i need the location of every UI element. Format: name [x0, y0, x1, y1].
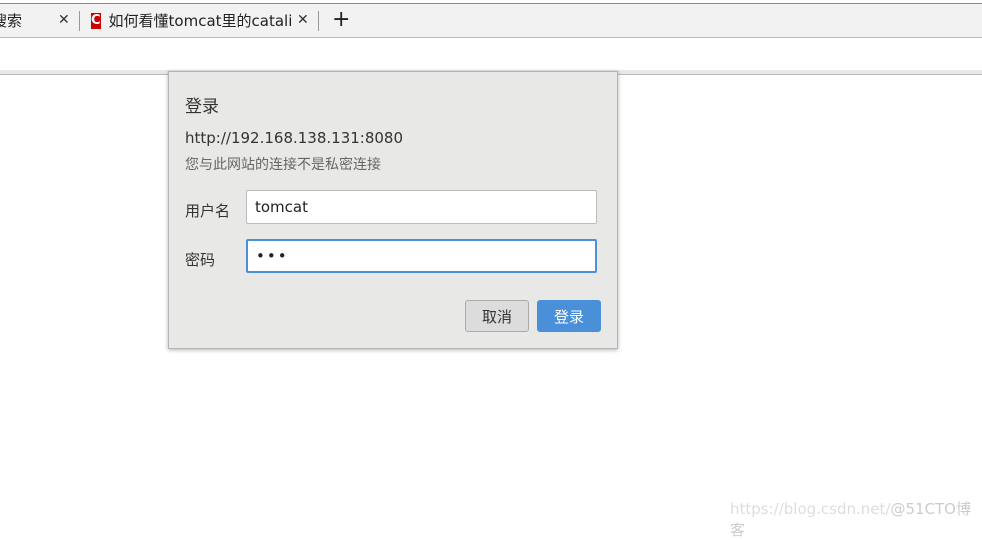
close-icon[interactable]: ✕ — [297, 12, 309, 28]
tab-tomcat[interactable]: C 如何看懂tomcat里的catalin — [91, 4, 291, 37]
login-button[interactable]: 登录 — [537, 300, 601, 332]
divider — [318, 11, 319, 31]
login-dialog: 登录 http://192.168.138.131:8080 您与此网站的连接不… — [168, 71, 618, 349]
toolbar — [0, 38, 982, 70]
tab-bar: 搜索 ✕ C 如何看懂tomcat里的catalin ✕ + — [0, 4, 982, 38]
connection-warning: 您与此网站的连接不是私密连接 — [185, 157, 381, 173]
watermark: https://blog.csdn.net/@51CTO博客 — [730, 498, 982, 540]
dialog-title: 登录 — [185, 97, 219, 117]
site-url: http://192.168.138.131:8080 — [185, 129, 404, 147]
password-label: 密码 — [185, 251, 216, 269]
username-label: 用户名 — [185, 202, 231, 220]
divider — [79, 11, 80, 31]
tab-label: 搜索 — [0, 12, 23, 30]
tab-label: 如何看懂tomcat里的catalin — [108, 12, 291, 30]
watermark-url: https://blog.csdn.net/ — [730, 500, 891, 518]
tab-search[interactable]: 搜索 — [0, 4, 22, 37]
csdn-favicon-icon: C — [91, 12, 101, 29]
new-tab-icon[interactable]: + — [332, 7, 350, 32]
username-input[interactable]: tomcat — [246, 190, 597, 224]
password-input[interactable]: ••• — [246, 239, 597, 273]
close-icon[interactable]: ✕ — [58, 12, 70, 28]
cancel-button[interactable]: 取消 — [465, 300, 529, 332]
